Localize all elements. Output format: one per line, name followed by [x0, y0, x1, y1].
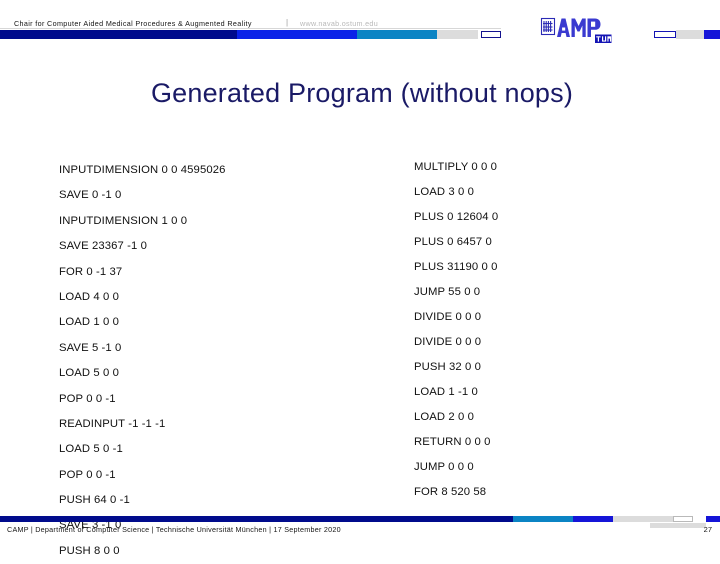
header-url: www.navab.ostum.edu: [300, 19, 379, 28]
program-instruction-line: PLUS 0 6457 0: [414, 236, 492, 248]
header-chair-line: Chair for Computer Aided Medical Procedu…: [14, 19, 252, 28]
program-instruction-line: MULTIPLY 0 0 0: [414, 161, 498, 173]
program-instruction-line: LOAD 5 0 -1: [59, 443, 123, 456]
footer-attribution: CAMP | Department of Computer Science | …: [7, 525, 341, 534]
program-instruction-line: JUMP 55 0 0: [414, 286, 481, 298]
program-instruction-line: PLUS 0 12604 0: [414, 211, 499, 223]
page-number: 27: [703, 525, 712, 534]
header-bar-blue-segment: [237, 30, 357, 39]
program-instruction-line: FOR 8 520 58: [414, 486, 487, 498]
program-instruction-line: LOAD 3 0 0: [414, 186, 475, 198]
program-instruction-line: DIVIDE 0 0 0: [414, 336, 482, 348]
program-instruction-line: PLUS 31190 0 0: [414, 261, 498, 273]
header-bar-white-box: [481, 31, 501, 38]
program-instruction-line: READINPUT -1 -1 -1: [59, 417, 166, 430]
program-instruction-line: LOAD 1 0 0: [59, 316, 120, 329]
program-instruction-line: LOAD 4 0 0: [59, 290, 120, 303]
slide-title: Generated Program (without nops): [150, 78, 574, 108]
footer-bar-grey-segment: [613, 516, 673, 522]
program-instruction-line: JUMP 0 0 0: [414, 461, 474, 473]
slide-footer: CAMP | Department of Computer Science | …: [0, 516, 720, 540]
header-bar-navy-segment: [0, 30, 237, 39]
footer-bar-cyan-segment: [513, 516, 573, 522]
header-bar-right-grey-segment: [676, 30, 704, 39]
footer-bar-navy-segment: [0, 516, 513, 522]
program-instruction-line: FOR 0 -1 37: [59, 265, 123, 278]
footer-bar-right-blue-segment: [706, 516, 720, 522]
header-bar-right-white-box: [654, 31, 676, 38]
program-instruction-line: POP 0 0 -1: [59, 392, 116, 405]
camp-tum-logo-icon: [540, 17, 612, 43]
header-hairline: [0, 28, 501, 29]
footer-bar-white-box: [673, 516, 693, 522]
footer-bar-lower-grey-segment: [650, 523, 706, 528]
program-instruction-line: INPUTDIMENSION 0 0 4595026: [59, 164, 226, 176]
program-instruction-line: INPUTDIMENSION 1 0 0: [59, 214, 188, 227]
header-bar-cyan-segment: [357, 30, 437, 39]
program-instruction-line: PUSH 32 0 0: [414, 361, 482, 373]
slide-header: Chair for Computer Aided Medical Procedu…: [0, 0, 720, 46]
header-bar-right-blue-segment: [704, 30, 720, 39]
program-instruction-line: LOAD 1 -1 0: [414, 386, 478, 398]
program-instruction-line: SAVE 5 -1 0: [59, 341, 122, 354]
program-instruction-line: LOAD 5 0 0: [59, 367, 120, 380]
header-bar-grey-segment: [437, 30, 478, 39]
footer-bar-blue-segment: [573, 516, 613, 522]
program-instruction-line: SAVE 23367 -1 0: [59, 240, 147, 253]
program-instruction-line: PUSH 8 0 0: [59, 544, 120, 557]
program-instruction-line: LOAD 2 0 0: [414, 411, 475, 423]
program-instruction-line: PUSH 64 0 -1: [59, 494, 130, 507]
program-right-column: MULTIPLY 0 0 0 LOAD 3 0 0 PLUS 0 12604 0 PL…: [414, 155, 498, 505]
header-separator: |: [286, 18, 289, 27]
program-instruction-line: RETURN 0 0 0: [414, 436, 491, 448]
program-left-column: INPUTDIMENSION 0 0 4595026 SAVE 0 -1 0 INP…: [59, 158, 225, 564]
program-instruction-line: SAVE 0 -1 0: [59, 189, 122, 202]
program-instruction-line: DIVIDE 0 0 0: [414, 311, 482, 323]
program-instruction-line: POP 0 0 -1: [59, 468, 116, 481]
